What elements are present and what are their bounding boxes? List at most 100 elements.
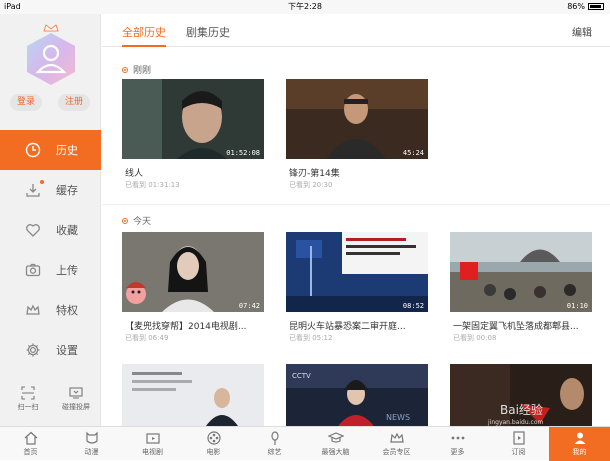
- heart-icon: [24, 221, 42, 239]
- video-thumbnail[interactable]: 45:24: [286, 79, 428, 159]
- video-thumbnail[interactable]: CCTV NEWS: [286, 364, 428, 426]
- sidebar-item-label: 历史: [56, 144, 78, 157]
- bottom-nav-variety[interactable]: 综艺: [244, 427, 305, 461]
- bottom-nav-label: 电视剧: [142, 448, 163, 456]
- camera-icon: [24, 261, 42, 279]
- bottom-nav-label: 首页: [23, 448, 38, 456]
- bottom-nav-label: 综艺: [267, 448, 282, 456]
- news-logo: NEWS: [386, 413, 410, 422]
- video-card[interactable]: 45:24 锋刃-第14集 已看到 20:30: [286, 79, 428, 195]
- bottom-nav-mine[interactable]: 我的: [549, 427, 610, 461]
- section-label: 今天: [133, 217, 152, 227]
- movie-icon: [206, 431, 221, 445]
- anime-icon: [85, 431, 98, 444]
- screen-cast-button[interactable]: 碰撞投屏: [56, 386, 96, 412]
- sidebar-item-favorites[interactable]: 收藏: [0, 210, 101, 250]
- section-label: 刚刚: [133, 66, 152, 76]
- sidebar: 登录 注册 历史 缓存 收藏 上传 特权 设置 扫一扫 碰撞投屏: [0, 14, 101, 426]
- edit-button[interactable]: 编辑: [572, 24, 592, 39]
- sidebar-item-history[interactable]: 历史: [0, 130, 101, 170]
- battery-indicator: 86%: [567, 0, 604, 14]
- sidebar-item-label: 设置: [56, 344, 78, 357]
- sidebar-item-label: 缓存: [56, 184, 78, 197]
- baidu-watermark: Bai经验: [500, 402, 543, 417]
- download-icon: [24, 181, 42, 199]
- bottom-nav-label: 会员专区: [382, 448, 411, 456]
- bottom-nav-label: 我的: [572, 448, 587, 456]
- sidebar-item-privilege[interactable]: 特权: [0, 290, 101, 330]
- video-title[interactable]: 一架固定翼飞机坠落成都郫县...: [453, 319, 591, 332]
- sidebar-item-upload[interactable]: 上传: [0, 250, 101, 290]
- screen-cast-icon: [69, 387, 83, 399]
- status-bar: iPad 下午2:28 86%: [0, 0, 610, 14]
- bottom-nav-subscribe[interactable]: 订阅: [488, 427, 549, 461]
- avatar-icon: [27, 33, 75, 85]
- video-card[interactable]: CCTV NEWS: [286, 364, 428, 426]
- bottom-nav-label: 电影: [206, 448, 221, 456]
- video-card[interactable]: 07:42 【麦兜找穿帮】2014电视剧... 已看到 06:49: [122, 232, 264, 348]
- scan-icon: [21, 386, 35, 400]
- profile-icon: [574, 432, 585, 444]
- bottom-nav-label: 订阅: [511, 448, 526, 456]
- sidebar-item-label: 特权: [56, 304, 78, 317]
- bottom-nav-brain[interactable]: 最强大脑: [305, 427, 366, 461]
- video-thumbnail[interactable]: 08:52: [286, 232, 428, 312]
- bottom-nav: 首页 动漫 电视剧 电影 综艺 最强大脑 会员专区 更多 订阅 我的: [0, 426, 610, 461]
- video-card[interactable]: [122, 364, 264, 426]
- video-duration: 08:52: [402, 302, 424, 310]
- bottom-nav-tv-series[interactable]: 电视剧: [122, 427, 183, 461]
- video-duration: 01:10: [566, 302, 588, 310]
- video-thumbnail[interactable]: Bai经验 jingyan.baidu.com: [450, 364, 592, 426]
- bottom-nav-movie[interactable]: 电影: [183, 427, 244, 461]
- video-card[interactable]: 01:10 一架固定翼飞机坠落成都郫县... 已看到 00:08: [450, 232, 592, 348]
- sidebar-item-label: 收藏: [56, 224, 78, 237]
- watch-progress: 已看到 01:31:13: [125, 181, 180, 189]
- screen-cast-label: 碰撞投屏: [62, 403, 90, 411]
- baidu-watermark-url: jingyan.baidu.com: [487, 419, 544, 426]
- bottom-nav-label: 最强大脑: [321, 448, 350, 456]
- section-dot-icon: [122, 217, 128, 224]
- bottom-nav-vip[interactable]: 会员专区: [366, 427, 427, 461]
- login-button[interactable]: 登录: [10, 94, 42, 111]
- main-content: 全部历史 剧集历史 编辑 刚刚 01:52:08 线人 已看到 01:31:13: [102, 14, 610, 426]
- sidebar-item-label: 上传: [56, 264, 78, 277]
- bottom-nav-home[interactable]: 首页: [0, 427, 61, 461]
- video-thumbnail[interactable]: 07:42: [122, 232, 264, 312]
- tab-all-history[interactable]: 全部历史: [122, 24, 166, 40]
- tab-series-history[interactable]: 剧集历史: [186, 24, 230, 40]
- new-badge: [40, 180, 44, 184]
- bottom-nav-anime[interactable]: 动漫: [61, 427, 122, 461]
- bottom-nav-label: 动漫: [84, 448, 99, 456]
- clock: 下午2:28: [288, 2, 322, 11]
- watch-progress: 已看到 20:30: [289, 181, 333, 189]
- brain-icon: [327, 432, 344, 443]
- video-title[interactable]: 昆明火车站暴恐案二审开庭...: [289, 319, 427, 332]
- section-dot-icon: [122, 66, 128, 73]
- scan-label: 扫一扫: [17, 403, 39, 411]
- sidebar-item-settings[interactable]: 设置: [0, 330, 101, 370]
- video-title[interactable]: 【麦兜找穿帮】2014电视剧...: [125, 319, 263, 332]
- video-card[interactable]: Bai经验 jingyan.baidu.com: [450, 364, 592, 426]
- video-duration: 01:52:08: [226, 149, 260, 157]
- video-card[interactable]: 08:52 昆明火车站暴恐案二审开庭... 已看到 05:12: [286, 232, 428, 348]
- bottom-nav-more[interactable]: 更多: [427, 427, 488, 461]
- subscribe-icon: [512, 431, 525, 445]
- video-thumbnail[interactable]: 01:10: [450, 232, 592, 312]
- video-thumbnail[interactable]: [122, 364, 264, 426]
- sidebar-item-cache[interactable]: 缓存: [0, 170, 101, 210]
- watch-progress: 已看到 00:08: [453, 334, 497, 342]
- register-button[interactable]: 注册: [58, 94, 90, 111]
- crown-icon: [43, 24, 59, 32]
- avatar[interactable]: [24, 24, 78, 88]
- video-title[interactable]: 线人: [125, 166, 263, 179]
- scan-button[interactable]: 扫一扫: [8, 386, 48, 412]
- video-duration: 45:24: [402, 149, 424, 157]
- variety-icon: [270, 431, 279, 445]
- video-card[interactable]: 01:52:08 线人 已看到 01:31:13: [122, 79, 264, 195]
- video-thumbnail[interactable]: 01:52:08: [122, 79, 264, 159]
- gear-icon: [24, 341, 42, 359]
- tab-indicator: [122, 45, 166, 47]
- battery-percent: 86%: [567, 2, 585, 11]
- cctv-logo: CCTV: [292, 372, 311, 380]
- video-title[interactable]: 锋刃-第14集: [289, 166, 427, 179]
